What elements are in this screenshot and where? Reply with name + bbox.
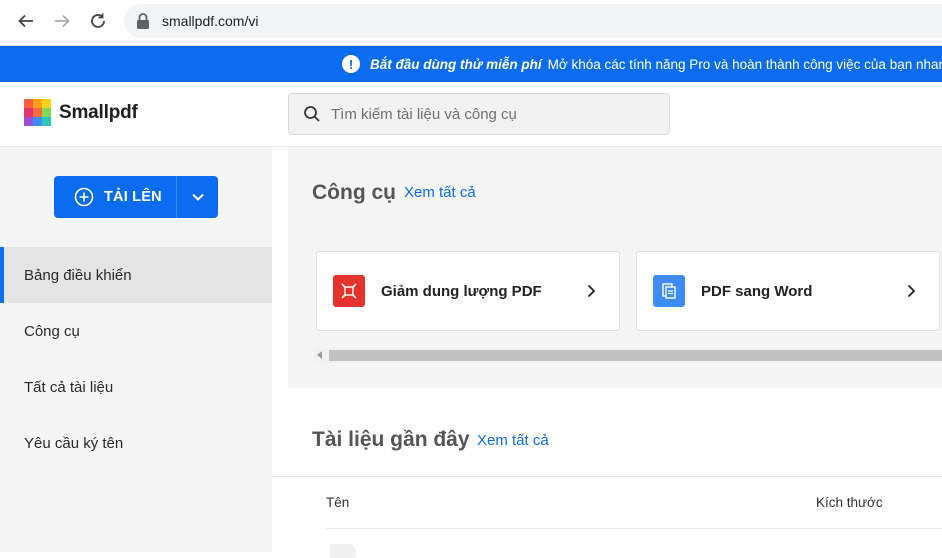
upload-label: TẢI LÊN — [104, 189, 162, 205]
sidebar-item-request-signature[interactable]: Yêu cầu ký tên — [0, 415, 272, 471]
lock-icon — [137, 13, 149, 29]
sidebar-item-tools[interactable]: Công cụ — [0, 303, 272, 359]
sidebar-item-all-documents[interactable]: Tất cả tài liệu — [0, 359, 272, 415]
reload-icon — [91, 13, 105, 28]
column-header-size[interactable]: Kích thước — [816, 495, 883, 510]
divider — [272, 476, 942, 477]
recent-see-all-link[interactable]: Xem tất cả — [477, 432, 549, 449]
scroll-left-icon[interactable] — [317, 351, 322, 359]
chevron-right-icon — [907, 284, 916, 298]
chevron-right-icon — [587, 284, 596, 298]
tool-name: PDF sang Word — [701, 282, 813, 300]
tool-card-pdf-to-word[interactable]: PDF sang Word — [636, 251, 940, 331]
upload-main[interactable]: TẢI LÊN — [54, 176, 176, 218]
divider — [326, 528, 942, 529]
main-content: Công cụ Xem tất cả Giảm dung lượng PDF P… — [272, 147, 942, 558]
sidebar-item-label: Yêu cầu ký tên — [24, 434, 124, 452]
search-icon — [304, 106, 320, 122]
word-doc-icon — [653, 275, 685, 307]
tool-card-compress-pdf[interactable]: Giảm dung lượng PDF — [316, 251, 620, 331]
sidebar-item-label: Tất cả tài liệu — [24, 378, 114, 396]
scrollbar-thumb[interactable] — [329, 350, 942, 361]
tools-panel: Công cụ Xem tất cả Giảm dung lượng PDF P… — [288, 147, 942, 388]
compress-icon — [333, 275, 365, 307]
address-bar[interactable]: smallpdf.com/vi — [124, 4, 942, 38]
forward-button[interactable] — [50, 9, 74, 33]
upload-button[interactable]: TẢI LÊN — [54, 176, 218, 218]
sidebar-item-label: Công cụ — [24, 322, 80, 340]
search-input[interactable] — [331, 105, 651, 123]
search-box[interactable] — [288, 93, 670, 135]
promo-text: Mở khóa các tính năng Pro và hoàn thành … — [547, 56, 942, 72]
tools-title: Công cụ — [312, 181, 396, 204]
logo[interactable]: Smallpdf — [24, 99, 138, 126]
promo-strong-text: Bắt đầu dùng thử miễn phí — [370, 56, 542, 72]
file-thumbnail — [330, 544, 356, 558]
arrow-right-icon — [55, 14, 70, 28]
smallpdf-logo-icon — [24, 99, 51, 126]
logo-text: Smallpdf — [59, 101, 138, 123]
sidebar: TẢI LÊN Bảng điều khiển Công cụ Tất cả t… — [0, 147, 272, 552]
column-header-name[interactable]: Tên — [326, 495, 349, 510]
promo-banner[interactable]: ! Bắt đầu dùng thử miễn phí Mở khóa các … — [0, 46, 942, 82]
back-button[interactable] — [14, 9, 38, 33]
plus-circle-icon — [74, 187, 94, 207]
browser-toolbar: smallpdf.com/vi — [0, 0, 942, 46]
sidebar-item-label: Bảng điều khiển — [24, 266, 132, 284]
sidebar-item-dashboard[interactable]: Bảng điều khiển — [0, 247, 272, 303]
tools-horizontal-scrollbar[interactable] — [314, 348, 942, 363]
tools-see-all-link[interactable]: Xem tất cả — [404, 184, 476, 201]
reload-button[interactable] — [86, 9, 110, 33]
tool-name: Giảm dung lượng PDF — [381, 282, 542, 300]
info-icon: ! — [342, 55, 360, 73]
url-text: smallpdf.com/vi — [162, 13, 259, 29]
app-header: Smallpdf — [0, 82, 942, 147]
arrow-left-icon — [18, 14, 33, 28]
upload-dropdown-button[interactable] — [177, 176, 218, 218]
chevron-down-icon — [191, 193, 204, 201]
recent-documents-title: Tài liệu gần đây — [312, 428, 470, 451]
